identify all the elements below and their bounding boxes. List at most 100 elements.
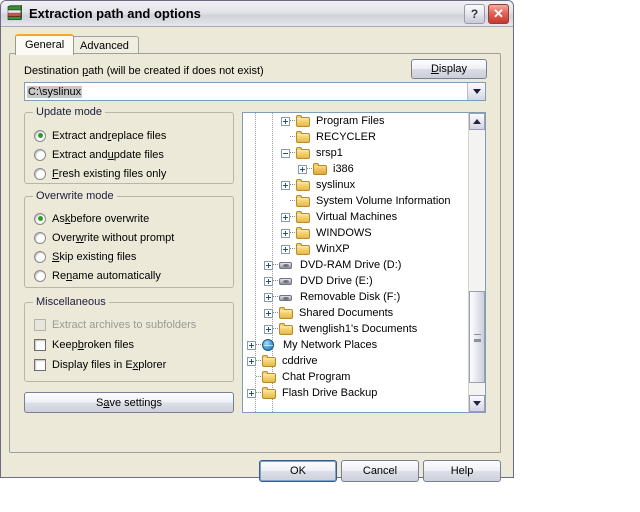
expand-plus-icon[interactable] — [247, 356, 256, 366]
destination-label-pre: Destination — [24, 65, 83, 77]
tree-vertical-scrollbar[interactable] — [468, 113, 485, 412]
tree-item[interactable]: DVD Drive (E:) — [243, 273, 469, 289]
tab-general[interactable]: General — [15, 34, 75, 55]
checkbox-indicator — [34, 338, 46, 351]
folder-icon — [295, 114, 311, 128]
expand-plus-icon[interactable] — [281, 244, 290, 254]
radio-indicator — [34, 148, 46, 161]
tab-advanced[interactable]: Advanced — [70, 36, 139, 54]
scroll-up-icon[interactable] — [469, 113, 485, 130]
radio-ask-before-overwrite[interactable]: As k before overwrite — [34, 210, 149, 227]
option-label-pre: Display files in E — [52, 358, 133, 371]
chevron-down-icon[interactable] — [467, 83, 485, 100]
option-label-pre: Over — [52, 231, 76, 244]
folder-icon — [278, 322, 294, 336]
radio-overwrite-without-prompt[interactable]: Over w rite without prompt — [34, 229, 174, 246]
tree-item[interactable]: Chat Program — [243, 369, 469, 385]
radio-extract-and-update-files[interactable]: Extract and u pdate files — [34, 146, 164, 163]
expand-plus-icon[interactable] — [281, 212, 290, 222]
expand-plus-icon[interactable] — [298, 164, 307, 174]
tab-strip: General Advanced — [9, 34, 501, 55]
expand-plus-icon[interactable] — [281, 116, 290, 126]
option-label-post: before overwrite — [70, 212, 150, 225]
expand-plus-icon[interactable] — [264, 292, 273, 302]
radio-indicator — [34, 269, 46, 282]
radio-skip-existing-files[interactable]: Skip existing files — [34, 248, 136, 265]
window-title: Extraction path and options — [29, 6, 201, 21]
tree-item[interactable]: i386 — [243, 161, 469, 177]
tree-item-label: My Network Places — [283, 339, 378, 351]
expand-plus-icon[interactable] — [281, 228, 290, 238]
option-label-post: kip existing files — [59, 250, 137, 263]
folder-icon — [295, 178, 311, 192]
dialog-button-bar: OK Cancel Help — [1, 460, 515, 490]
option-label-post: eplace files — [111, 129, 167, 142]
tree-item[interactable]: Shared Documents — [243, 305, 469, 321]
save-label-post: ve settings — [109, 396, 163, 409]
tree-item[interactable]: Virtual Machines — [243, 209, 469, 225]
overwrite-mode-group: Overwrite mode As k before overwrite Over… — [24, 190, 234, 288]
destination-path-input[interactable]: C:\syslinux — [25, 85, 467, 98]
save-settings-button[interactable]: Sa ve settings — [24, 392, 234, 413]
scrollbar-thumb[interactable] — [469, 291, 485, 383]
folder-icon — [295, 130, 311, 144]
close-button[interactable]: ✕ — [488, 4, 509, 24]
miscellaneous-legend: Miscellaneous — [33, 296, 109, 308]
checkbox-indicator — [34, 318, 46, 331]
tree-item[interactable]: Removable Disk (F:) — [243, 289, 469, 305]
question-mark-icon: ? — [470, 7, 479, 21]
scroll-down-icon[interactable] — [469, 395, 485, 412]
tree-item[interactable]: cddrive — [243, 353, 469, 369]
radio-rename-automatically[interactable]: Re n ame automatically — [34, 267, 161, 284]
cancel-button[interactable]: Cancel — [341, 460, 419, 482]
tree-item[interactable]: syslinux — [243, 177, 469, 193]
radio-extract-and-replace-files[interactable]: Extract and r eplace files — [34, 127, 166, 144]
radio-indicator — [34, 231, 46, 244]
tree-item[interactable]: My Network Places — [243, 337, 469, 353]
expand-plus-icon[interactable] — [264, 308, 273, 318]
expand-plus-icon[interactable] — [264, 260, 273, 270]
tree-item[interactable]: srsp1 — [243, 145, 469, 161]
expand-plus-icon[interactable] — [281, 180, 290, 190]
expand-plus-icon[interactable] — [264, 324, 273, 334]
folder-icon — [295, 210, 311, 224]
destination-path-combobox[interactable]: C:\syslinux — [24, 82, 486, 101]
folder-tree-panel[interactable]: Program Files RECYCLER srsp1 i386 syslinux Sy… — [242, 112, 486, 413]
checkbox-keep-broken-files[interactable]: Keep b roken files — [34, 336, 134, 353]
save-label-pre: S — [95, 396, 104, 409]
option-label-post: plorer — [138, 358, 167, 371]
display-button[interactable]: Display — [411, 59, 487, 79]
tree-item[interactable]: DVD-RAM Drive (D:) — [243, 257, 469, 273]
tree-item[interactable]: Program Files — [243, 113, 469, 129]
tree-item[interactable]: System Volume Information — [243, 193, 469, 209]
collapse-minus-icon[interactable] — [281, 148, 290, 158]
update-mode-legend: Update mode — [33, 106, 106, 118]
expand-plus-icon[interactable] — [247, 340, 256, 350]
folder-tree[interactable]: Program Files RECYCLER srsp1 i386 syslinux Sy… — [243, 113, 469, 412]
help-button[interactable]: Help — [423, 460, 501, 482]
network-globe-icon — [261, 338, 278, 352]
dialog-client-area: General Advanced Destination path (will … — [1, 28, 513, 482]
tree-item[interactable]: WinXP — [243, 241, 469, 257]
tree-item-label: RECYCLER — [316, 131, 376, 143]
expand-plus-icon[interactable] — [247, 388, 256, 398]
radio-fresh-existing-files-only[interactable]: Fresh existing files only — [34, 165, 166, 182]
tree-item[interactable]: Flash Drive Backup — [243, 385, 469, 401]
title-bar[interactable]: Extraction path and options ? ✕ — [1, 1, 513, 27]
checkbox-display-files-in-explorer[interactable]: Display files in Ex plorer — [34, 356, 166, 373]
option-label-pre: Extract and — [52, 148, 108, 161]
tree-item-label: WINDOWS — [316, 227, 372, 239]
ok-button[interactable]: OK — [259, 460, 337, 482]
window-controls: ? ✕ — [464, 4, 509, 24]
help-titlebar-button[interactable]: ? — [464, 4, 485, 24]
tree-item-label: System Volume Information — [316, 195, 451, 207]
tree-item[interactable]: twenglish1's Documents — [243, 321, 469, 337]
tree-item-label: twenglish1's Documents — [299, 323, 418, 335]
tree-item-label: Flash Drive Backup — [282, 387, 378, 399]
tree-item[interactable]: WINDOWS — [243, 225, 469, 241]
tree-item-label: srsp1 — [316, 147, 343, 159]
expand-plus-icon[interactable] — [264, 276, 273, 286]
tree-item-label: DVD-RAM Drive (D:) — [300, 259, 402, 271]
close-icon: ✕ — [493, 6, 504, 21]
tree-item[interactable]: RECYCLER — [243, 129, 469, 145]
